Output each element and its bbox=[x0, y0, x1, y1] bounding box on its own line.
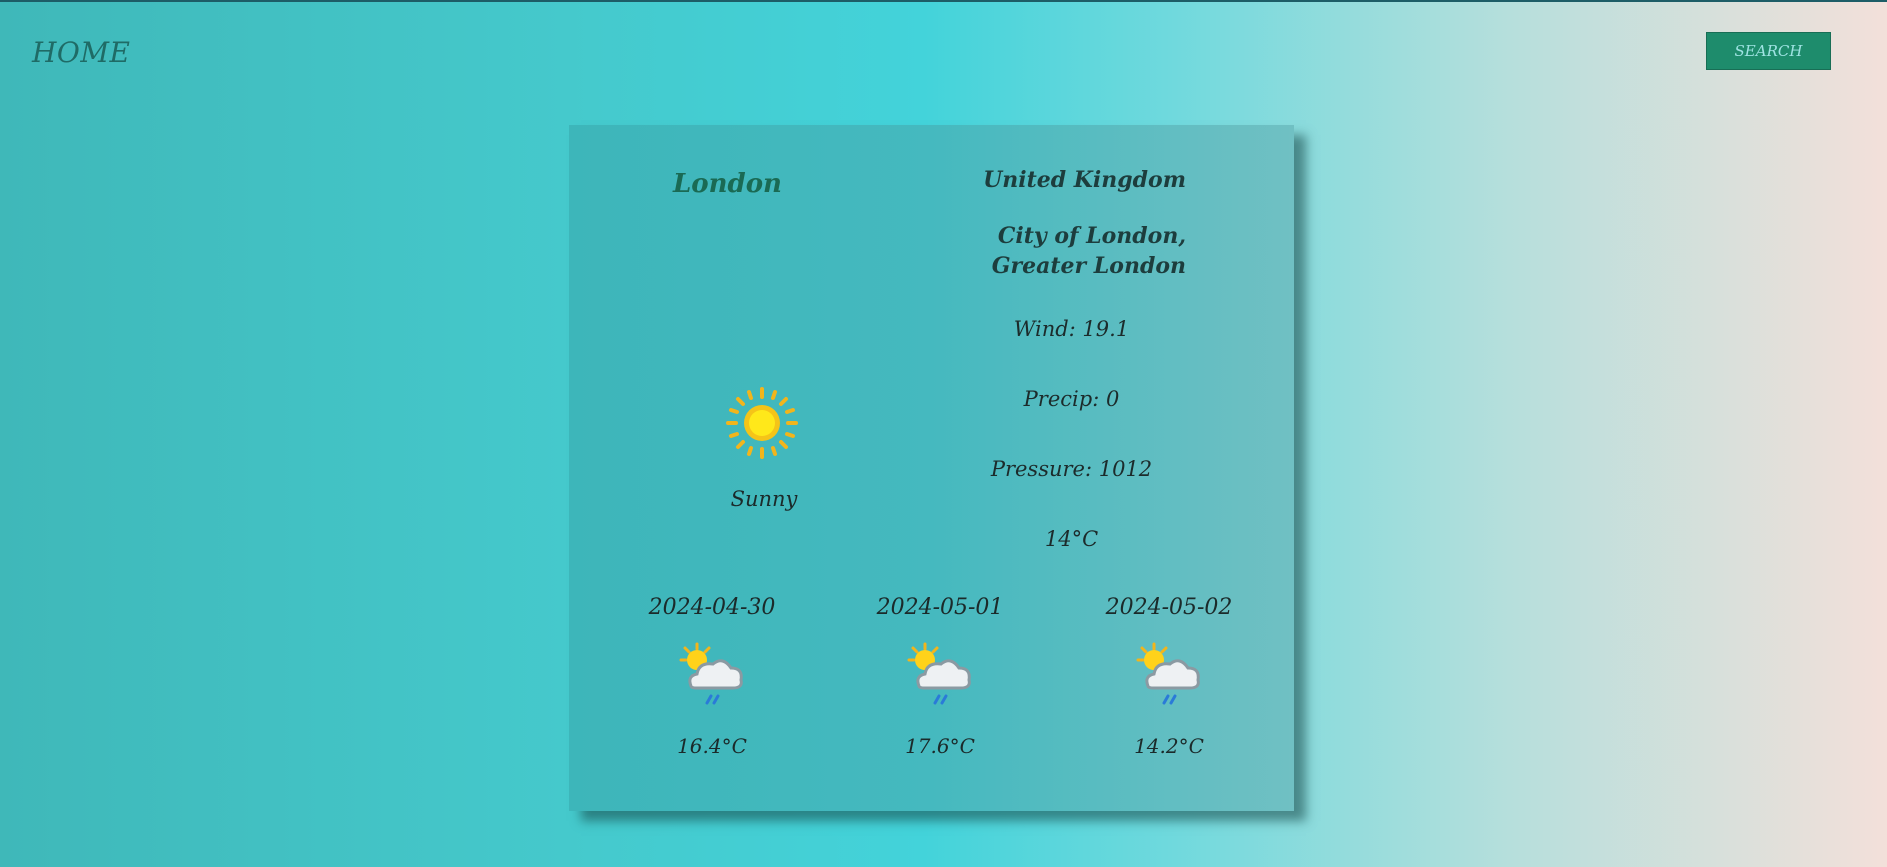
forecast-day: 2024-05-02 14.2°C bbox=[1069, 595, 1269, 758]
forecast-date: 2024-05-02 bbox=[1105, 595, 1233, 620]
city-name: London bbox=[673, 169, 782, 199]
forecast-temperature: 14.2°C bbox=[1134, 734, 1204, 758]
forecast-temperature: 16.4°C bbox=[677, 734, 747, 758]
wind-stat: Wind: 19.1 bbox=[1013, 317, 1130, 341]
forecast-date: 2024-04-30 bbox=[648, 595, 776, 620]
pressure-stat: Pressure: 1012 bbox=[990, 457, 1153, 481]
forecast-day: 2024-04-30 16.4°C bbox=[612, 595, 812, 758]
condition-text: Sunny bbox=[730, 487, 798, 511]
region-name: City of London, Greater London bbox=[991, 223, 1186, 279]
home-link[interactable]: HOME bbox=[32, 36, 130, 69]
partly-cloudy-rain-icon bbox=[1136, 642, 1200, 705]
country-name: United Kingdom bbox=[983, 167, 1186, 193]
current-temperature: 14°C bbox=[1044, 527, 1099, 551]
forecast-day: 2024-05-01 17.6°C bbox=[840, 595, 1040, 758]
top-border bbox=[0, 0, 1887, 2]
search-button[interactable]: SEARCH bbox=[1706, 32, 1831, 70]
forecast-temperature: 17.6°C bbox=[905, 734, 975, 758]
forecast-date: 2024-05-01 bbox=[876, 595, 1004, 620]
partly-cloudy-rain-icon bbox=[679, 642, 743, 705]
precip-stat: Precip: 0 bbox=[1023, 387, 1120, 411]
weather-card: London United Kingdom City of London, Gr… bbox=[569, 125, 1294, 811]
partly-cloudy-rain-icon bbox=[907, 642, 971, 705]
sun-icon bbox=[726, 387, 798, 459]
